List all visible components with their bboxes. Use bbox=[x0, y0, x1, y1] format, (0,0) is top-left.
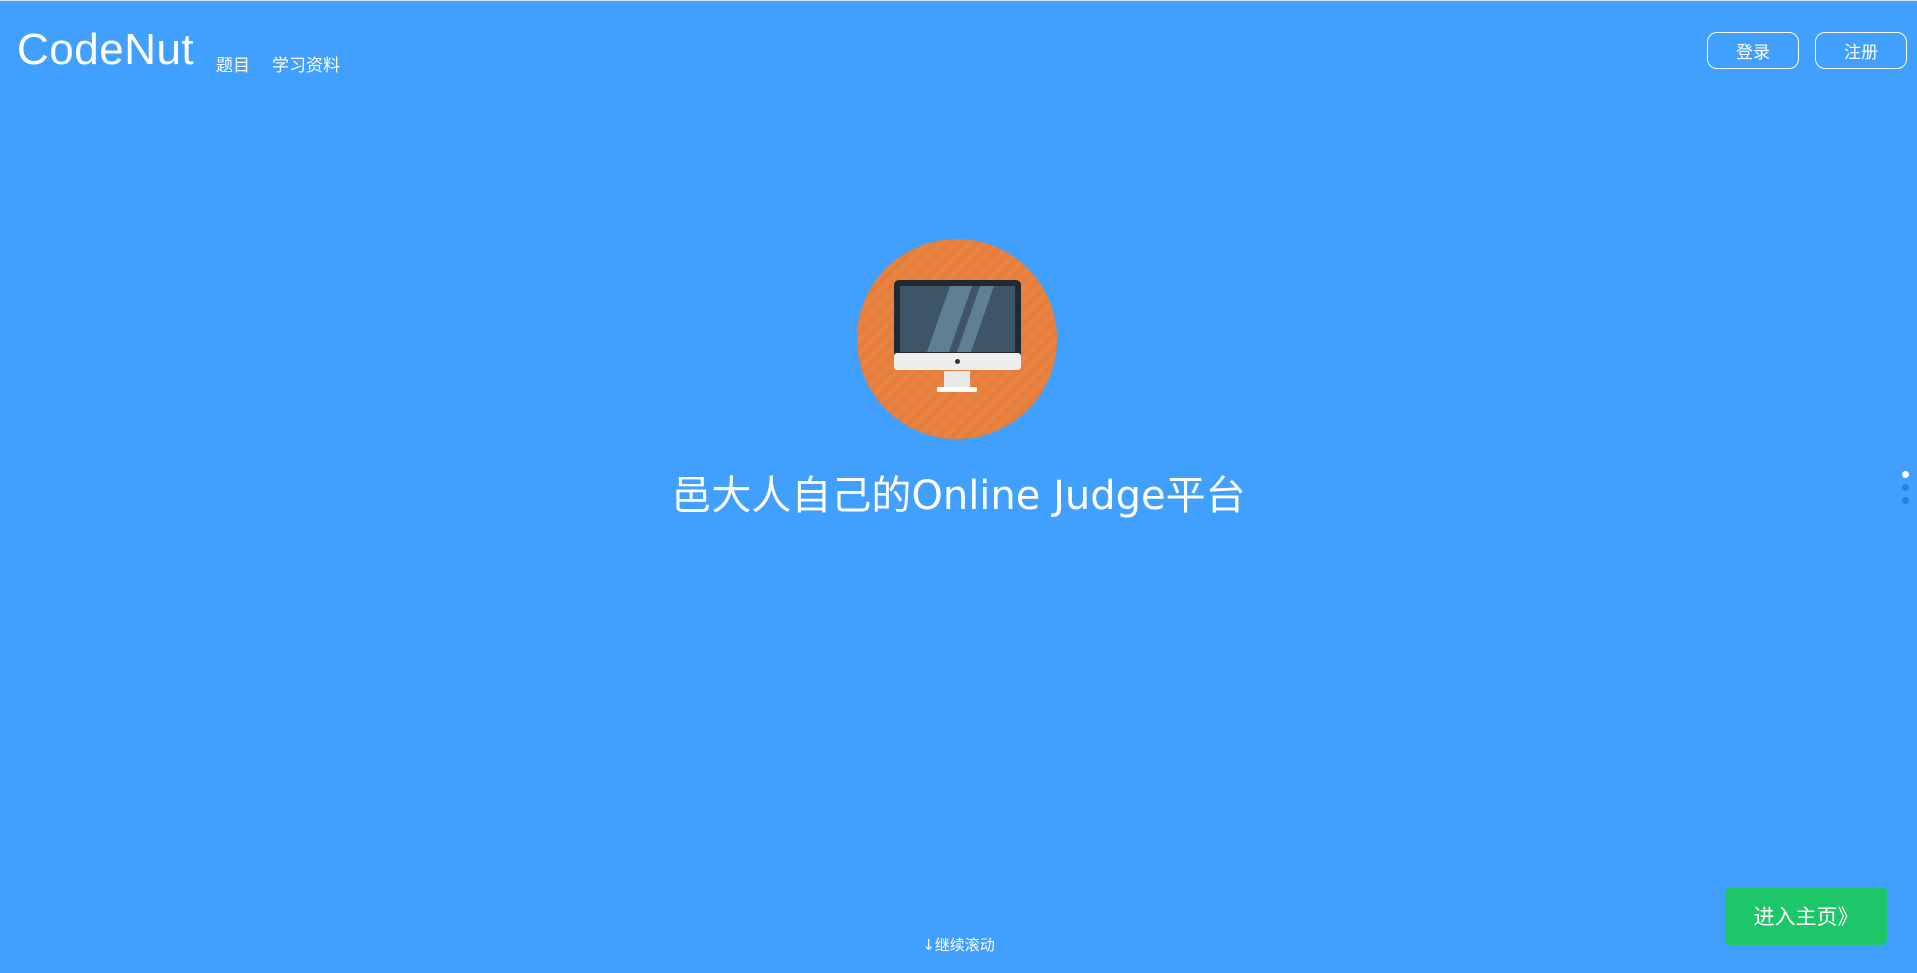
enter-homepage-button[interactable]: 进入主页》 bbox=[1725, 887, 1887, 945]
section-dot-2[interactable] bbox=[1902, 484, 1909, 491]
desktop-computer-icon bbox=[857, 239, 1057, 439]
nav-item-learning-materials[interactable]: 学习资料 bbox=[272, 51, 340, 76]
hero-title: 邑大人自己的Online Judge平台 bbox=[671, 473, 1246, 519]
auth-buttons: 登录 注册 bbox=[1707, 32, 1907, 69]
scroll-hint[interactable]: ↓继续滚动 bbox=[0, 934, 1917, 955]
main-nav: 题目 学习资料 bbox=[216, 51, 340, 76]
section-dot-1[interactable] bbox=[1902, 471, 1909, 478]
site-logo[interactable]: CodeNut bbox=[17, 28, 194, 72]
nav-item-problems[interactable]: 题目 bbox=[216, 51, 250, 76]
register-button[interactable]: 注册 bbox=[1815, 32, 1907, 69]
section-indicator bbox=[1902, 471, 1909, 504]
section-dot-3[interactable] bbox=[1902, 497, 1909, 504]
login-button[interactable]: 登录 bbox=[1707, 32, 1799, 69]
